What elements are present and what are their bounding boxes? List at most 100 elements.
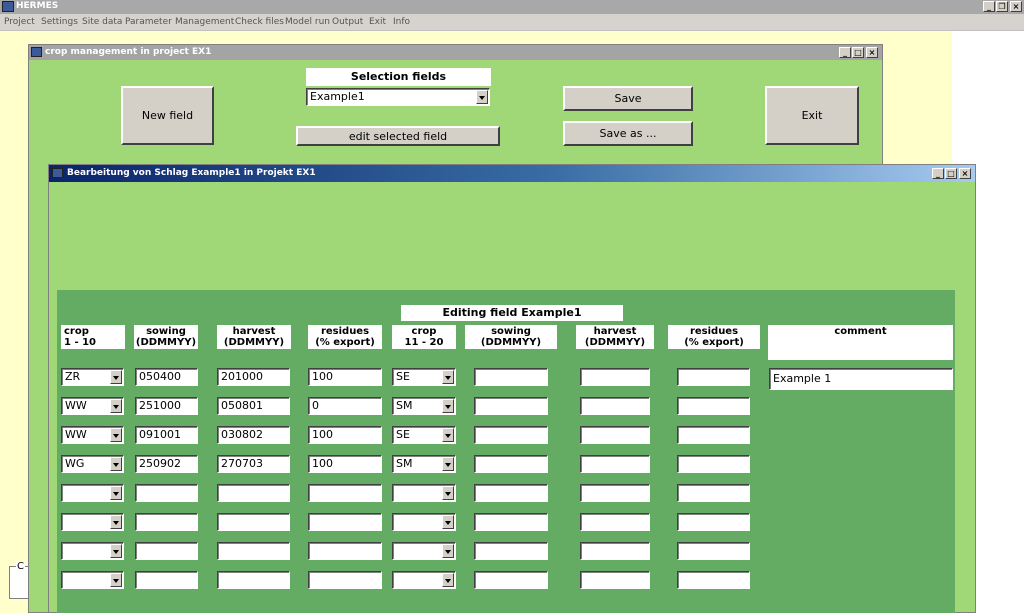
crop-2-select[interactable]: SM [392,397,456,415]
crop-1-select[interactable]: WW [61,397,124,415]
sowing-2-field[interactable] [474,484,548,502]
chevron-down-icon[interactable] [110,370,122,384]
sowing-2-field[interactable] [474,571,548,589]
chevron-down-icon[interactable] [110,573,122,587]
harvest-1-field[interactable]: 050801 [217,397,290,415]
chevron-down-icon[interactable] [110,428,122,442]
harvest-2-field[interactable] [580,426,650,444]
chevron-down-icon[interactable] [442,573,454,587]
residues-1-field[interactable]: 100 [308,426,382,444]
sowing-2-field[interactable] [474,368,548,386]
residues-2-field[interactable] [677,484,750,502]
chevron-down-icon[interactable] [110,399,122,413]
maximize-icon[interactable]: □ [945,168,957,179]
harvest-2-field[interactable] [580,455,650,473]
menu-exit[interactable]: Exit [369,17,386,27]
minimize-icon[interactable]: _ [839,47,851,58]
menu-site-data[interactable]: Site data [82,17,122,27]
residues-2-field[interactable] [677,513,750,531]
harvest-1-field[interactable]: 030802 [217,426,290,444]
chevron-down-icon[interactable] [442,370,454,384]
chevron-down-icon[interactable] [110,457,122,471]
harvest-2-field[interactable] [580,542,650,560]
residues-1-field[interactable] [308,542,382,560]
crop-2-select[interactable]: SM [392,455,456,473]
residues-2-field[interactable] [677,397,750,415]
comment-field[interactable]: Example 1 [769,368,953,390]
menu-project[interactable]: Project [4,17,35,27]
sowing-1-field[interactable]: 050400 [135,368,198,386]
exit-button[interactable]: Exit [765,86,859,145]
residues-2-field[interactable] [677,542,750,560]
residues-1-field[interactable] [308,513,382,531]
residues-1-field[interactable]: 100 [308,368,382,386]
save-as-button[interactable]: Save as ... [563,121,693,146]
menu-parameter[interactable]: Parameter [125,17,172,27]
restore-icon[interactable]: ❐ [996,1,1008,12]
selection-fields-select[interactable]: Example1 [306,88,490,106]
chevron-down-icon[interactable] [442,399,454,413]
crop-2-select[interactable]: SE [392,368,456,386]
edit-selected-field-button[interactable]: edit selected field [296,126,500,146]
harvest-1-field[interactable] [217,542,290,560]
chevron-down-icon[interactable] [442,544,454,558]
chevron-down-icon[interactable] [442,515,454,529]
crop-2-select[interactable] [392,484,456,502]
harvest-2-field[interactable] [580,571,650,589]
chevron-down-icon[interactable] [442,457,454,471]
harvest-2-field[interactable] [580,513,650,531]
crop-1-select[interactable] [61,571,124,589]
chevron-down-icon[interactable] [110,515,122,529]
menu-info[interactable]: Info [393,17,410,27]
sowing-1-field[interactable] [135,513,198,531]
sowing-2-field[interactable] [474,455,548,473]
harvest-2-field[interactable] [580,397,650,415]
crop-2-select[interactable]: SE [392,426,456,444]
sowing-1-field[interactable]: 250902 [135,455,198,473]
sowing-1-field[interactable]: 091001 [135,426,198,444]
crop-2-select[interactable] [392,513,456,531]
crop-1-select[interactable] [61,542,124,560]
residues-1-field[interactable] [308,484,382,502]
chevron-down-icon[interactable] [110,486,122,500]
menu-model-run[interactable]: Model run [285,17,330,27]
harvest-2-field[interactable] [580,368,650,386]
crop-1-select[interactable] [61,513,124,531]
sowing-2-field[interactable] [474,426,548,444]
residues-2-field[interactable] [677,571,750,589]
harvest-1-field[interactable] [217,513,290,531]
save-button[interactable]: Save [563,86,693,111]
maximize-icon[interactable]: □ [852,47,864,58]
residues-1-field[interactable]: 0 [308,397,382,415]
residues-2-field[interactable] [677,455,750,473]
sowing-2-field[interactable] [474,397,548,415]
crop-1-select[interactable]: WW [61,426,124,444]
crop-1-select[interactable]: ZR [61,368,124,386]
close-icon[interactable]: × [959,168,971,179]
chevron-down-icon[interactable] [442,428,454,442]
harvest-1-field[interactable]: 201000 [217,368,290,386]
residues-1-field[interactable]: 100 [308,455,382,473]
chevron-down-icon[interactable] [476,90,488,104]
harvest-1-field[interactable] [217,571,290,589]
sowing-1-field[interactable] [135,571,198,589]
menu-settings[interactable]: Settings [41,17,78,27]
sowing-1-field[interactable] [135,484,198,502]
sowing-2-field[interactable] [474,513,548,531]
chevron-down-icon[interactable] [442,486,454,500]
harvest-2-field[interactable] [580,484,650,502]
minimize-icon[interactable]: _ [932,168,944,179]
crop-1-select[interactable]: WG [61,455,124,473]
crop-2-select[interactable] [392,571,456,589]
harvest-1-field[interactable]: 270703 [217,455,290,473]
chevron-down-icon[interactable] [110,544,122,558]
menu-management[interactable]: Management [175,17,234,27]
close-icon[interactable]: × [1010,1,1022,12]
crop-1-select[interactable] [61,484,124,502]
new-field-button[interactable]: New field [121,86,214,145]
sowing-1-field[interactable] [135,542,198,560]
crop-2-select[interactable] [392,542,456,560]
residues-2-field[interactable] [677,426,750,444]
sowing-2-field[interactable] [474,542,548,560]
close-icon[interactable]: × [866,47,878,58]
